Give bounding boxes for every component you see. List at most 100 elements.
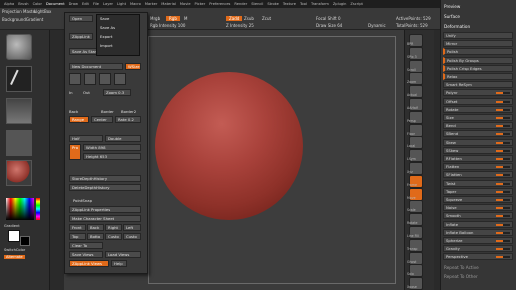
aahalf-icon[interactable] bbox=[114, 73, 126, 85]
menu-preferences[interactable]: Preferences bbox=[209, 2, 230, 6]
width-slider[interactable]: Width 898 bbox=[83, 144, 141, 151]
zapplink-button[interactable]: ZAppLink bbox=[69, 33, 93, 40]
deformation-polish-by-groups[interactable]: Polish By Groups bbox=[443, 56, 513, 64]
deformation-slider[interactable] bbox=[496, 158, 510, 160]
height-slider[interactable]: Height 653 bbox=[83, 153, 141, 160]
menu-edit[interactable]: Edit bbox=[82, 2, 89, 6]
deformation-slider[interactable] bbox=[496, 174, 510, 177]
deformation-slider[interactable] bbox=[496, 182, 510, 185]
deformation-slider[interactable] bbox=[496, 108, 510, 111]
projection-master-button[interactable]: Projection Master bbox=[2, 9, 37, 14]
rgb-button[interactable]: Rgb bbox=[166, 16, 180, 21]
menu-color[interactable]: Color bbox=[33, 2, 42, 6]
rate-slider[interactable]: Rate 0.2 bbox=[115, 116, 141, 123]
menu-texture[interactable]: Texture bbox=[283, 2, 296, 6]
deformation-mirror[interactable]: Mirror bbox=[443, 40, 513, 48]
deformation-polynr[interactable]: Polynr bbox=[443, 89, 513, 97]
surface-header[interactable]: Surface bbox=[444, 14, 460, 19]
load-views-button[interactable]: Load Views bbox=[105, 251, 141, 258]
open-button[interactable]: Open bbox=[69, 15, 93, 22]
deformation-skew[interactable]: Skew bbox=[443, 138, 513, 146]
menu-brush[interactable]: Brush bbox=[18, 2, 28, 6]
clear-to-button[interactable]: Clear To bbox=[69, 242, 103, 249]
import-menu-item[interactable]: Import bbox=[100, 43, 113, 48]
save-views-button[interactable]: Save Views bbox=[69, 251, 103, 258]
actual-icon[interactable] bbox=[99, 73, 111, 85]
gradient-label[interactable]: Gradient bbox=[4, 224, 20, 228]
secondary-color-swatch[interactable] bbox=[20, 236, 30, 246]
deformation-size[interactable]: Size bbox=[443, 114, 513, 121]
deformation-slider[interactable] bbox=[496, 141, 510, 144]
center-button[interactable]: Center bbox=[91, 116, 113, 123]
menu-tool[interactable]: Tool bbox=[300, 2, 307, 6]
deformation-bend[interactable]: Bend bbox=[443, 122, 513, 130]
save-menu-item[interactable]: Save bbox=[100, 16, 109, 21]
deformation-sflatten[interactable]: SFlatten bbox=[443, 171, 513, 179]
deformation-noise[interactable]: Noise bbox=[443, 204, 513, 212]
repeat-to-active-button[interactable]: Repeat To Active bbox=[444, 265, 479, 270]
in-button[interactable]: In bbox=[69, 90, 73, 95]
back-view-button[interactable]: Back bbox=[87, 224, 104, 231]
deformation-slider[interactable] bbox=[496, 199, 510, 201]
deformation-polish-crisp-edges[interactable]: Polish Crisp Edges bbox=[443, 64, 513, 72]
zapplink-views-button[interactable]: ZAppLink Views bbox=[69, 260, 109, 267]
save-as-menu-item[interactable]: Save As bbox=[100, 25, 115, 30]
deformation-squeeze[interactable]: Squeeze bbox=[443, 196, 513, 203]
deformation-slider[interactable] bbox=[496, 125, 510, 128]
pro-button[interactable]: Pro bbox=[69, 144, 81, 160]
main-color-swatch[interactable] bbox=[8, 230, 20, 242]
new-document-button[interactable]: New Document bbox=[69, 63, 123, 70]
double-button[interactable]: Double bbox=[105, 135, 141, 142]
menu-light[interactable]: Light bbox=[117, 2, 126, 6]
deformation-slider[interactable] bbox=[496, 100, 510, 103]
menu-document[interactable]: Document bbox=[46, 2, 65, 6]
menu-file[interactable]: File bbox=[93, 2, 99, 6]
deformation-slider[interactable] bbox=[496, 207, 510, 210]
deformation-offset[interactable]: Offset bbox=[443, 97, 513, 105]
help-button[interactable]: Help bbox=[111, 260, 127, 267]
deformation-slider[interactable] bbox=[496, 190, 510, 193]
deformation-gravity[interactable]: Gravity bbox=[443, 245, 513, 253]
deformation-slider[interactable] bbox=[496, 215, 510, 218]
focal-shift-slider[interactable]: Focal Shift 0 bbox=[316, 16, 341, 21]
custom2-view-button[interactable]: Custo bbox=[123, 233, 141, 240]
deformation-taper[interactable]: Taper bbox=[443, 187, 513, 195]
menu-picker[interactable]: Picker bbox=[195, 2, 206, 6]
menu-transform[interactable]: Transform bbox=[311, 2, 329, 6]
custom-view-button[interactable]: Custo bbox=[105, 233, 122, 240]
alternate-button[interactable]: Alternate bbox=[4, 255, 25, 259]
sculpt-sphere[interactable] bbox=[155, 72, 303, 220]
deformation-header[interactable]: Deformation bbox=[444, 24, 470, 29]
deformation-perspective[interactable]: Perspective bbox=[443, 253, 513, 261]
bottom-view-button[interactable]: Botto bbox=[87, 233, 104, 240]
deformation-slider[interactable] bbox=[496, 231, 510, 234]
make-character-sheet-button[interactable]: Make Character Sheet bbox=[69, 215, 141, 222]
deformation-slider[interactable] bbox=[496, 117, 510, 119]
range-button[interactable]: Range bbox=[69, 116, 89, 123]
menu-draw[interactable]: Draw bbox=[69, 2, 78, 6]
half-button[interactable]: Half bbox=[69, 135, 103, 142]
delete-depth-history-button[interactable]: DeleteDepthHistory bbox=[69, 184, 141, 191]
dynamic-button[interactable]: Dynamic bbox=[368, 23, 386, 28]
menu-stencil[interactable]: Stencil bbox=[251, 2, 263, 6]
menu-marker[interactable]: Marker bbox=[145, 2, 157, 6]
deformation-relax[interactable]: Relax bbox=[443, 73, 513, 80]
z-intensity-slider[interactable]: Z Intensity 25 bbox=[226, 23, 254, 28]
color-picker[interactable] bbox=[6, 198, 34, 220]
zadd-button[interactable]: Zadd bbox=[226, 16, 243, 21]
deformation-sbend[interactable]: SBend bbox=[443, 130, 513, 138]
zsub-button[interactable]: Zsub bbox=[244, 16, 254, 21]
store-depth-history-button[interactable]: StoreDepthHistory bbox=[69, 175, 141, 182]
draw-size-slider[interactable]: Draw Size 64 bbox=[316, 23, 342, 28]
deformation-slider[interactable] bbox=[496, 149, 510, 152]
switch-color-button[interactable]: SwitchColor bbox=[4, 248, 25, 252]
deformation-twist[interactable]: Twist bbox=[443, 179, 513, 187]
deformation-smooth[interactable]: Smooth bbox=[443, 212, 513, 220]
menu-stroke[interactable]: Stroke bbox=[267, 2, 278, 6]
left-view-button[interactable]: Left bbox=[123, 224, 141, 231]
rgb-intensity-slider[interactable]: Rgb Intensity 100 bbox=[150, 23, 185, 28]
deformation-slider[interactable] bbox=[496, 223, 510, 226]
zapplink-properties-button[interactable]: ZAppLink Properties bbox=[69, 206, 141, 213]
preview-header[interactable]: Preview bbox=[444, 4, 460, 9]
alpha-thumbnail[interactable] bbox=[6, 98, 32, 124]
